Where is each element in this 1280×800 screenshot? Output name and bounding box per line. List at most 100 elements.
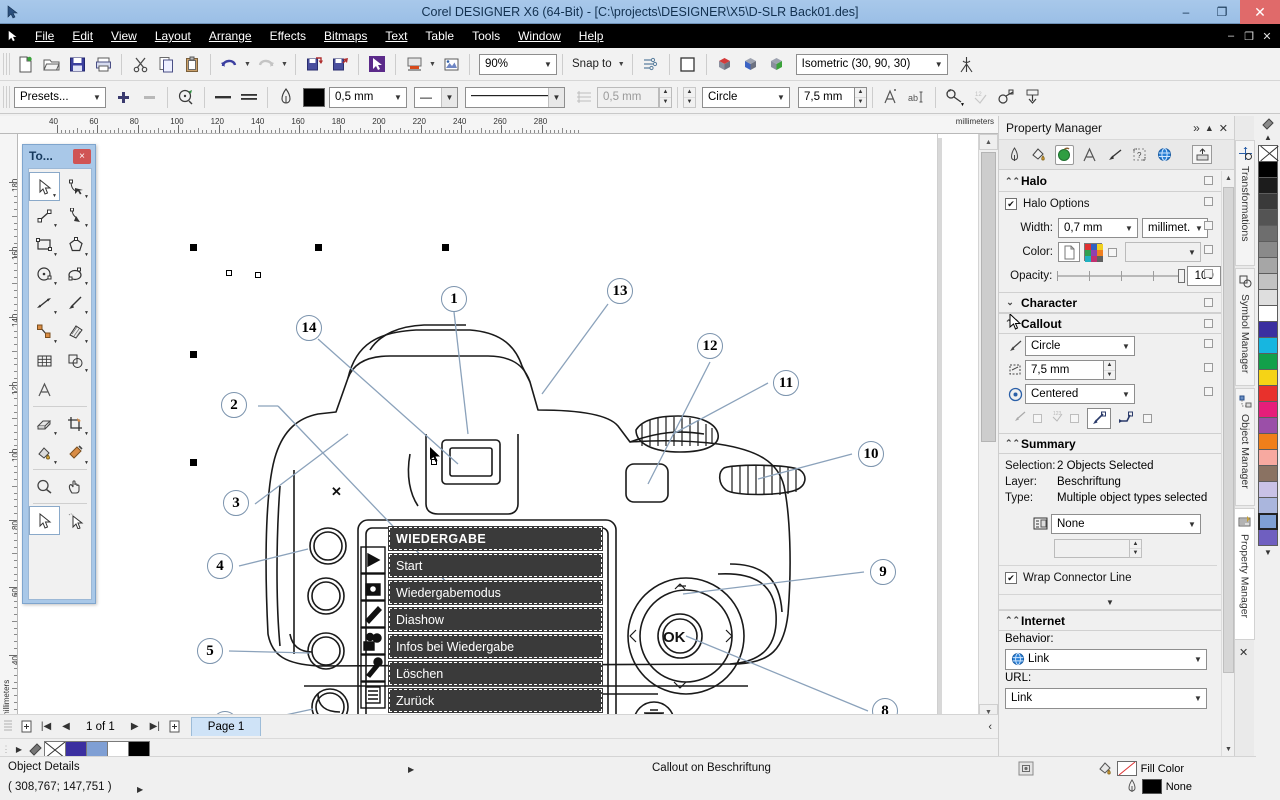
callout-9[interactable]: 9 <box>870 559 896 585</box>
redo-button[interactable] <box>253 52 279 77</box>
apply-icon[interactable] <box>1192 145 1212 164</box>
callout-13[interactable]: 13 <box>607 278 633 304</box>
character-group-tag[interactable] <box>1204 298 1213 307</box>
palette-swatch-10[interactable] <box>1258 321 1278 338</box>
group-header-character[interactable]: ⌄ Character <box>999 292 1221 313</box>
arrowhead-combo[interactable]: — ▼ <box>414 87 458 108</box>
summary-style-combo[interactable]: None ▼ <box>1051 514 1201 534</box>
maximize-button[interactable]: ❐ <box>1204 0 1240 24</box>
save-button[interactable] <box>64 52 90 77</box>
flyout-arrow[interactable]: ▼ <box>960 102 965 108</box>
chevron-down-icon[interactable]: ▼ <box>89 88 105 107</box>
vertical-scroll-thumb[interactable] <box>981 152 996 442</box>
summary-more-button[interactable]: ▼ <box>999 594 1221 610</box>
chevron-down-icon[interactable]: ⌄ <box>1005 297 1015 308</box>
polygon-tool[interactable]: ▼ <box>60 230 91 259</box>
dock-tabs-close-button[interactable]: ✕ <box>1239 646 1248 659</box>
page-nav-grip[interactable] <box>2 718 16 736</box>
stepper-down[interactable]: ▼ <box>855 98 866 107</box>
palette-swatch-0[interactable] <box>1258 161 1278 178</box>
selection-handle-tc[interactable] <box>315 244 322 251</box>
selection-handle-tl[interactable] <box>190 244 197 251</box>
fill-tool[interactable]: ▼ <box>29 438 60 467</box>
last-page-button[interactable]: ▶| <box>145 717 165 737</box>
vertical-scrollbar[interactable]: ▲ ▼ <box>978 134 998 720</box>
palette-swatch-6[interactable] <box>1258 257 1278 274</box>
palette-swatch-17[interactable] <box>1258 433 1278 450</box>
callout-group-tag[interactable] <box>1204 319 1213 328</box>
halo-opacity-tag[interactable] <box>1204 269 1213 278</box>
chevron-down-icon[interactable]: ▼ <box>1118 337 1134 356</box>
docker-expand-button[interactable]: » <box>1193 121 1200 135</box>
chevron-down-icon[interactable]: ▼ <box>931 55 947 74</box>
connector-tool[interactable]: ▼ <box>29 317 60 346</box>
connector-tool-icon[interactable] <box>993 85 1019 110</box>
eyedropper-icon[interactable] <box>26 743 44 756</box>
callout-shape-tag[interactable] <box>1204 339 1213 348</box>
callout-align-tag[interactable] <box>1204 387 1213 396</box>
menu-item-layout[interactable]: Layout <box>146 24 200 48</box>
remove-preset-button[interactable] <box>136 85 162 110</box>
projection-combo[interactable]: Isometric (30, 90, 30) ▼ <box>796 54 948 75</box>
palette-swatch-15[interactable] <box>1258 401 1278 418</box>
palette-swatch-4[interactable] <box>1258 225 1278 242</box>
import-button[interactable] <box>301 52 327 77</box>
publish-pdf-dropdown-arrow[interactable]: ▼ <box>427 52 438 77</box>
outline-color-status[interactable]: None <box>1126 779 1192 794</box>
undo-dropdown-arrow[interactable]: ▼ <box>242 52 253 77</box>
halo-group-tag[interactable] <box>1204 176 1213 185</box>
callout-5[interactable]: 5 <box>197 638 223 664</box>
palette-swatch-18[interactable] <box>1258 449 1278 466</box>
chevron-up-icon[interactable]: ⌃⌃ <box>1005 438 1015 449</box>
stepper-up[interactable]: ▲ <box>660 88 671 98</box>
chevron-up-icon[interactable]: ⌃⌃ <box>1005 615 1015 626</box>
chevron-down-icon[interactable]: ▼ <box>1190 650 1206 669</box>
gap-width-stepper[interactable]: ▲▼ <box>659 87 672 108</box>
chevron-down-icon[interactable]: ▼ <box>441 88 457 107</box>
dimension-icon[interactable]: ? <box>1130 145 1149 165</box>
open-button[interactable] <box>38 52 64 77</box>
halo-width-tag[interactable] <box>1204 221 1213 230</box>
flyout-arrow[interactable]: ▼ <box>84 460 89 466</box>
cut-button[interactable] <box>127 52 153 77</box>
stepper-down[interactable]: ▼ <box>660 98 671 107</box>
presets-combo[interactable]: Presets... ▼ <box>14 87 106 108</box>
docker-close-button[interactable]: ✕ <box>1219 122 1231 135</box>
extrude-tool[interactable]: ▼ <box>29 409 60 438</box>
menu-item-bitmaps[interactable]: Bitmaps <box>315 24 376 48</box>
group-header-summary[interactable]: ⌃⌃ Summary <box>999 433 1221 454</box>
flyout-arrow[interactable]: ▼ <box>53 281 58 287</box>
page-tab-1[interactable]: Page 1 <box>191 717 261 736</box>
palette-swatch-22[interactable] <box>1258 513 1278 530</box>
line-style-combo[interactable]: ▼ <box>465 87 565 108</box>
table-tool[interactable] <box>29 346 60 375</box>
callout-3[interactable]: 3 <box>223 490 249 516</box>
shaping-tool[interactable]: ▼ <box>60 346 91 375</box>
menu-item-view[interactable]: View <box>102 24 146 48</box>
dimension-tool[interactable]: ▼ <box>29 288 60 317</box>
character-icon[interactable] <box>1080 145 1099 165</box>
undo-button[interactable] <box>216 52 242 77</box>
flyout-arrow[interactable]: ▼ <box>84 339 89 345</box>
chevron-down-icon[interactable]: ▼ <box>540 55 556 74</box>
fill-color-swatch[interactable] <box>1117 761 1137 776</box>
first-page-button[interactable]: |◀ <box>36 717 56 737</box>
menu-item-effects[interactable]: Effects <box>261 24 315 48</box>
shape-edit-tool[interactable]: ▼ <box>60 172 91 201</box>
eyedropper-tool[interactable]: ▼ <box>60 438 91 467</box>
callout-icon[interactable] <box>1105 145 1124 165</box>
halo-opacity-slider[interactable] <box>1057 269 1183 283</box>
chevron-down-icon[interactable]: ▼ <box>773 88 789 107</box>
callout-14[interactable]: 14 <box>296 315 322 341</box>
snap-icon[interactable] <box>1018 761 1036 777</box>
zoom-tool[interactable] <box>29 472 60 501</box>
color-strip-grip[interactable]: ⋮ <box>0 744 12 755</box>
callout-size-field[interactable]: 7,5 mm <box>1025 360 1103 380</box>
scroll-up-button[interactable]: ▲ <box>979 134 998 150</box>
stepper-up[interactable]: ▲ <box>1130 540 1141 549</box>
chevron-down-icon[interactable]: ▼ <box>548 88 564 107</box>
palette-swatch-none[interactable] <box>1258 145 1278 162</box>
menu-item-file[interactable]: File <box>26 24 63 48</box>
menu-item-tools[interactable]: Tools <box>463 24 509 48</box>
palette-swatch-3[interactable] <box>1258 209 1278 226</box>
